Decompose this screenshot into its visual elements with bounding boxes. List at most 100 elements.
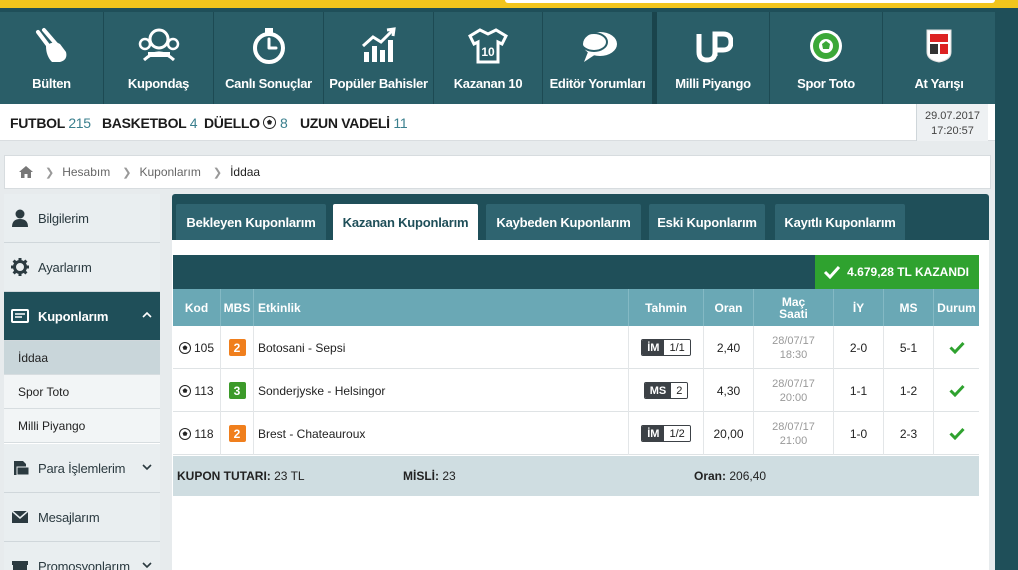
coupon-tabs: Bekleyen Kuponlarım Kazanan Kuponlarım K… xyxy=(172,194,989,240)
col-mbs: MBS xyxy=(221,289,254,326)
sport-futbol[interactable]: FUTBOL 215 xyxy=(10,115,91,131)
row-oran: 20,00 xyxy=(704,412,754,455)
sidebar-subitem-milli-piyango[interactable]: Milli Piyango xyxy=(4,409,160,443)
table-row[interactable]: 113 3 Sonderjyske - Helsingor MS 2 4,30 2… xyxy=(173,369,979,412)
row-ms: 2-3 xyxy=(884,412,934,455)
row-iy: 1-1 xyxy=(834,369,884,412)
speech-bubbles-icon xyxy=(543,26,652,66)
top-navigation: Bülten Kupondaş Canlı Sonuçlar Popüler B… xyxy=(0,8,1018,104)
mp-logo-icon xyxy=(657,26,769,66)
row-mac-saati: 28/07/17 18:30 xyxy=(754,326,834,369)
nav-bulten[interactable]: Bülten xyxy=(0,12,103,104)
sport-uzun-vadeli[interactable]: UZUN VADELİ 11 xyxy=(300,115,408,131)
hand-touch-icon xyxy=(0,26,103,66)
right-edge-strip xyxy=(995,104,1018,570)
chevron-up-icon xyxy=(142,311,152,318)
nav-editor-yorumlari[interactable]: Editör Yorumları xyxy=(543,12,652,104)
soccer-ball-icon xyxy=(179,384,192,397)
row-mac-saati: 28/07/17 21:00 xyxy=(754,412,834,455)
chevron-right-icon: ❯ xyxy=(122,166,132,179)
user-icon xyxy=(12,209,28,227)
tahmin-badge: İM 1/1 xyxy=(641,339,691,356)
sidebar-item-bilgilerim[interactable]: Bilgilerim xyxy=(4,194,160,243)
col-ms: MS xyxy=(884,289,934,326)
row-oran: 2,40 xyxy=(704,326,754,369)
col-tahmin: Tahmin xyxy=(629,289,704,326)
tahmin-badge: İM 1/2 xyxy=(641,425,691,442)
sport-duello[interactable]: DÜELLO 8 xyxy=(204,115,288,131)
sidebar-item-mesajlarim[interactable]: Mesajlarım xyxy=(4,493,160,542)
soccer-ball-icon xyxy=(179,427,192,440)
nav-kuponads[interactable]: Kupondaş xyxy=(104,12,213,104)
jersey-10-icon: 10 xyxy=(434,26,542,66)
chevron-right-icon: ❯ xyxy=(212,166,223,179)
row-etkinlik: Brest - Chateauroux xyxy=(254,412,629,455)
chevron-right-icon: ❯ xyxy=(45,166,55,179)
gift-icon xyxy=(12,561,28,570)
datetime-display: 29.07.2017 17:20:57 xyxy=(916,104,988,141)
tab-kayitli[interactable]: Kayıtlı Kuponlarım xyxy=(775,204,905,240)
home-icon[interactable] xyxy=(19,166,33,178)
top-accent-strip xyxy=(0,0,1018,8)
sidebar-item-ayarlarim[interactable]: Ayarlarım xyxy=(4,243,160,292)
sidebar-item-para-islemlerim[interactable]: Para İşlemlerim xyxy=(4,444,160,493)
row-etkinlik: Sonderjyske - Helsingor xyxy=(254,369,629,412)
table-row[interactable]: 118 2 Brest - Chateauroux İM 1/2 20,00 28… xyxy=(173,412,979,455)
col-mac-saati: Maç Saati xyxy=(754,289,834,326)
money-icon xyxy=(14,461,29,476)
breadcrumb-hesabim[interactable]: Hesabım xyxy=(62,165,110,179)
col-kod: Kod xyxy=(173,289,221,326)
tab-kazanan[interactable]: Kazanan Kuponlarım xyxy=(333,204,478,240)
check-icon xyxy=(948,341,965,354)
mbs-badge: 2 xyxy=(228,339,246,356)
row-iy: 1-0 xyxy=(834,412,884,455)
svg-text:10: 10 xyxy=(481,45,495,59)
table-header: Kod MBS Etkinlik Tahmin Oran Maç Saati İY… xyxy=(173,289,979,326)
check-icon xyxy=(948,427,965,440)
account-sidebar: Bilgilerim Ayarlarım Kuponlarım İddaa Sp… xyxy=(4,194,160,570)
top-search-pill xyxy=(505,0,995,3)
tjk-logo-icon xyxy=(883,26,995,66)
stopwatch-icon xyxy=(214,26,323,66)
sidebar-subitem-iddaa[interactable]: İddaa xyxy=(4,341,160,375)
nav-populer-bahisler[interactable]: Popüler Bahisler xyxy=(324,12,433,104)
nav-milli-piyango[interactable]: Milli Piyango xyxy=(657,12,769,104)
tab-bekleyen[interactable]: Bekleyen Kuponlarım xyxy=(176,204,326,240)
mbs-badge: 2 xyxy=(228,425,246,442)
coupon-summary: KUPON TUTARI: 23 TL MİSLİ: 23 Oran: 206,… xyxy=(173,456,979,496)
coupon-icon xyxy=(11,309,29,323)
content-area: ❯ Hesabım ❯ Kuponlarım ❯ İddaa Bilgileri… xyxy=(0,141,995,570)
sport-basketbol[interactable]: BASKETBOL 4 xyxy=(102,115,198,131)
tab-kaybeden[interactable]: Kaybeden Kuponlarım xyxy=(486,204,641,240)
nav-kazanan-10[interactable]: 10 Kazanan 10 xyxy=(434,12,542,104)
mbs-badge: 3 xyxy=(228,382,246,399)
nav-spor-toto[interactable]: Spor Toto xyxy=(770,12,882,104)
sidebar-subitem-spor-toto[interactable]: Spor Toto xyxy=(4,375,160,409)
row-kod: 105 xyxy=(193,340,215,355)
gear-icon xyxy=(11,258,29,276)
coupon-header-bar: 4.679,28 TL KAZANDI xyxy=(173,255,979,289)
trend-chart-icon xyxy=(324,26,433,66)
nav-canli-sonuclar[interactable]: Canlı Sonuçlar xyxy=(214,12,323,104)
breadcrumb: ❯ Hesabım ❯ Kuponlarım ❯ İddaa xyxy=(4,155,991,189)
check-icon xyxy=(824,265,841,279)
coupons-main: Bekleyen Kuponlarım Kazanan Kuponlarım K… xyxy=(172,194,989,570)
envelope-icon xyxy=(11,510,29,523)
check-icon xyxy=(948,384,965,397)
soccer-ball-icon xyxy=(263,116,277,129)
sidebar-item-promosyonlarim[interactable]: Promosyonlarım xyxy=(4,542,160,570)
chevron-down-icon xyxy=(142,464,152,471)
col-durum: Durum xyxy=(937,300,976,315)
soccer-ball-icon xyxy=(178,341,191,354)
breadcrumb-kuponlarim[interactable]: Kuponlarım xyxy=(139,165,200,179)
table-row[interactable]: 105 2 Botosani - Sepsi İM 1/1 2,40 28/07/… xyxy=(173,326,979,369)
won-badge: 4.679,28 TL KAZANDI xyxy=(815,255,979,289)
coupon-panel: 4.679,28 TL KAZANDI Kod MBS Etkinlik Tah… xyxy=(172,240,989,570)
nav-at-yarisi[interactable]: At Yarışı xyxy=(883,12,995,104)
tab-eski[interactable]: Eski Kuponlarım xyxy=(649,204,765,240)
row-kod: 118 xyxy=(194,426,214,441)
col-iy: İY xyxy=(834,289,884,326)
row-etkinlik: Botosani - Sepsi xyxy=(254,326,629,369)
sidebar-item-kuponlarim[interactable]: Kuponlarım xyxy=(4,292,160,341)
row-ms: 5-1 xyxy=(884,326,934,369)
